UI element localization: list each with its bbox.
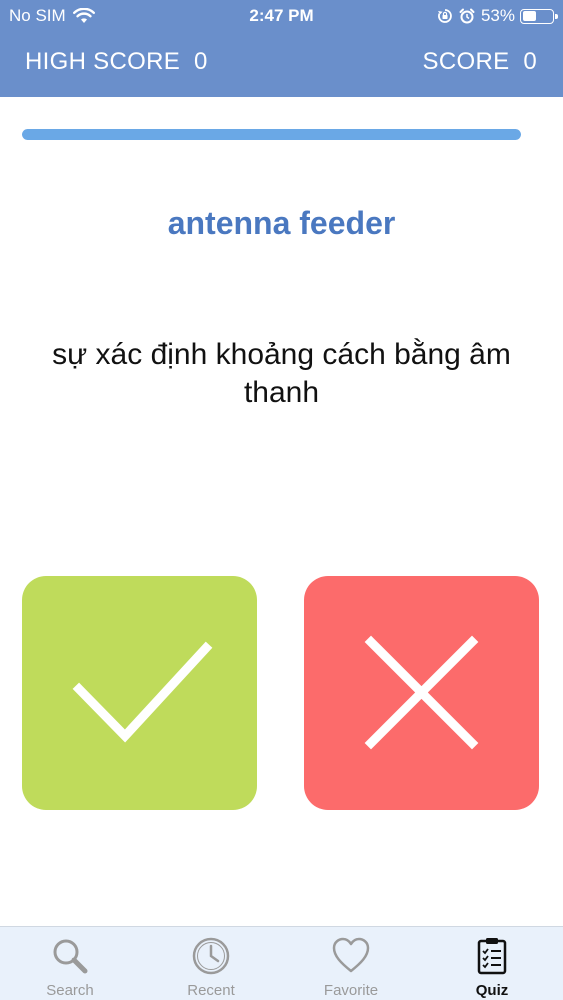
battery-icon — [520, 8, 558, 24]
clock-icon — [192, 937, 230, 975]
timer-progress-bar — [22, 129, 521, 140]
search-icon — [53, 939, 88, 974]
high-score-label: HIGH SCORE — [25, 48, 181, 75]
tab-label-recent: Recent — [187, 982, 235, 999]
tab-favorite[interactable]: Favorite — [281, 927, 421, 1000]
battery-percent: 53% — [480, 6, 515, 25]
status-bar: No SIM 2:47 PM 53% — [0, 0, 563, 32]
timer-progress-fill — [22, 129, 521, 140]
tab-label-search: Search — [46, 982, 94, 999]
tab-quiz[interactable]: Quiz — [422, 927, 562, 1000]
x-icon — [364, 635, 479, 750]
high-score-value: 0 — [193, 48, 208, 75]
tab-search[interactable]: Search — [0, 927, 140, 1000]
quiz-word: antenna feeder — [167, 205, 396, 241]
checkmark-icon — [72, 641, 213, 743]
false-answer-button[interactable] — [304, 576, 539, 810]
battery-fill — [522, 11, 537, 21]
status-right: 53% — [431, 6, 558, 26]
heart-icon — [332, 937, 370, 973]
score-label: SCORE — [422, 48, 510, 75]
tab-label-quiz: Quiz — [475, 982, 509, 999]
battery-nub — [555, 13, 558, 19]
quiz-meaning: sự xác định khoảng cách bằng âm thanh — [52, 338, 511, 409]
orientation-lock-icon — [437, 9, 452, 23]
tab-label-favorite: Favorite — [323, 982, 379, 999]
alarm-icon — [459, 8, 475, 24]
score-value: 0 — [523, 48, 537, 75]
clipboard-icon — [477, 938, 507, 975]
tab-bar: Search Recent Favorite Quiz — [0, 926, 563, 1000]
quiz-screen: No SIM 2:47 PM 53% HIGH SCORE 0 SCORE 0 … — [0, 0, 563, 1000]
score: SCORE 0 — [423, 48, 537, 76]
header: No SIM 2:47 PM 53% HIGH SCORE 0 SCORE 0 — [0, 0, 563, 97]
tab-recent[interactable]: Recent — [141, 927, 281, 1000]
high-score: HIGH SCORE 0 — [25, 48, 208, 76]
true-answer-button[interactable] — [22, 576, 257, 810]
